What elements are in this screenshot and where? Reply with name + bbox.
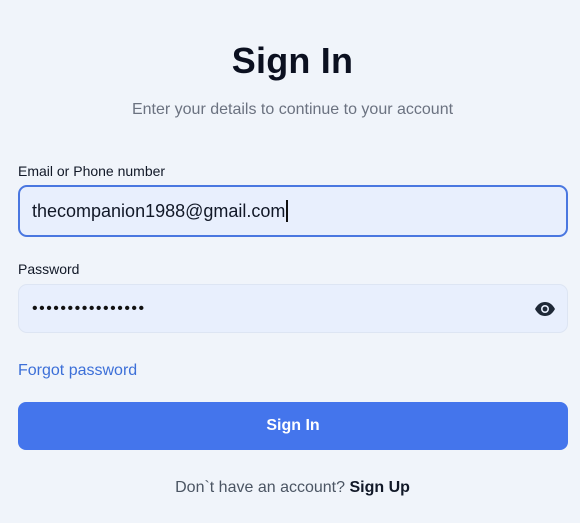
email-field[interactable]: thecompanion1988@gmail.com (18, 185, 568, 237)
text-caret (286, 200, 289, 222)
eye-icon[interactable] (534, 301, 556, 317)
signup-prompt: Don`t have an account? (175, 479, 345, 496)
email-label: Email or Phone number (18, 163, 166, 179)
password-field[interactable]: •••••••••••••••• (18, 284, 568, 333)
email-value: thecompanion1988@gmail.com (32, 200, 286, 221)
page-title: Sign In (231, 40, 354, 81)
sign-in-button[interactable]: Sign In (18, 402, 568, 450)
signup-row: Don`t have an account? Sign Up (0, 479, 580, 497)
password-value: •••••••••••••••• (32, 299, 146, 317)
sign-up-link[interactable]: Sign Up (349, 479, 409, 496)
forgot-password-link[interactable]: Forgot password (18, 362, 137, 380)
page-subtitle: Enter your details to continue to your a… (131, 101, 454, 118)
password-label: Password (18, 261, 80, 277)
